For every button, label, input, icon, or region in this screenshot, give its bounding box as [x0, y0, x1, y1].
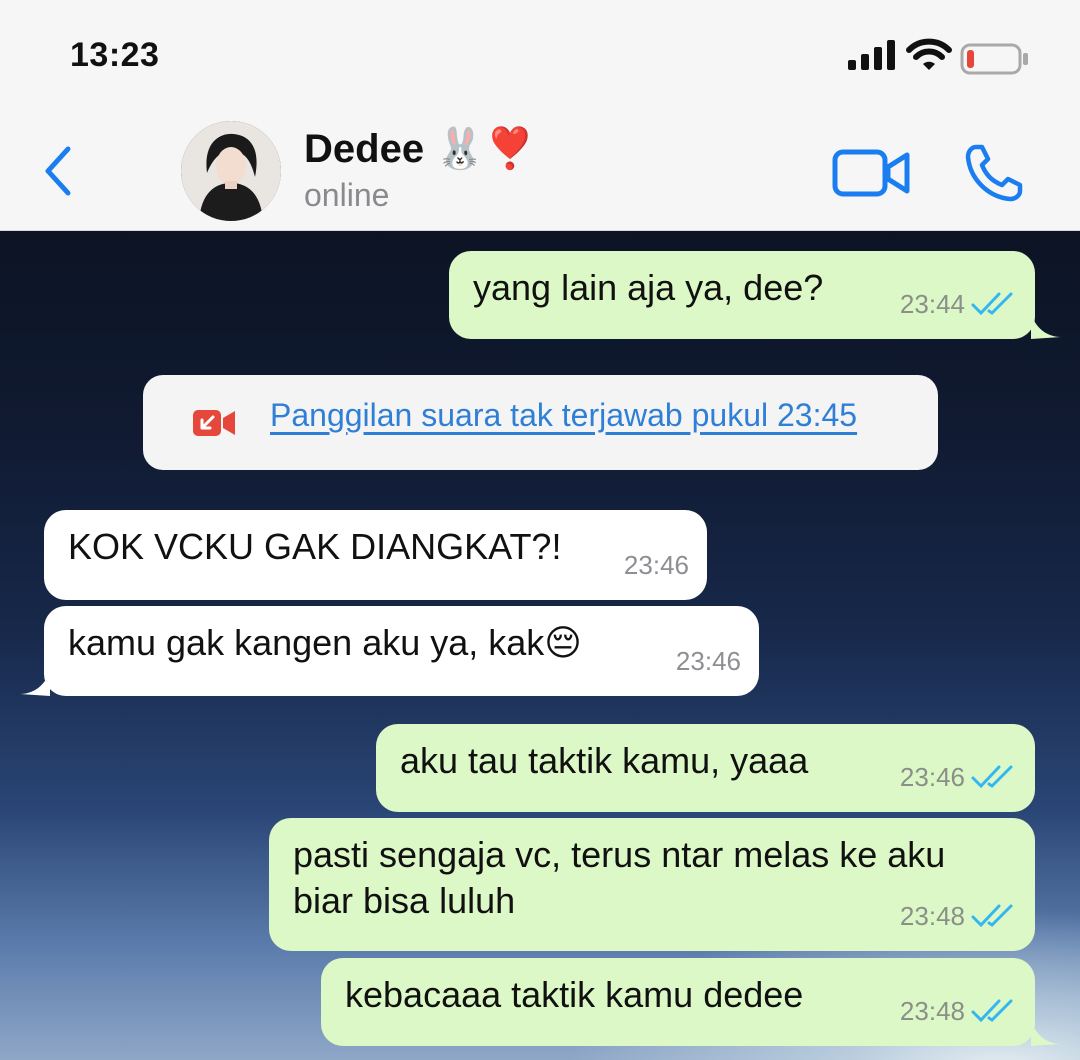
message-time: 23:44	[899, 289, 965, 319]
contact-status: online	[304, 177, 390, 213]
incoming-message[interactable]: KOK VCKU GAK DIANGKAT?! 23:46	[44, 510, 707, 600]
wifi-icon	[906, 38, 952, 70]
missed-video-call-icon	[193, 410, 235, 436]
message-time: 23:48	[899, 996, 965, 1026]
message-meta: 23:46	[900, 754, 1017, 800]
chat-header: Dedee 🐰❣️ online	[0, 105, 1080, 231]
bubble-tail	[20, 668, 50, 696]
message-text: kamu gak kangen aku ya, kak😔	[68, 622, 582, 663]
phone-icon[interactable]	[962, 141, 1026, 205]
incoming-message[interactable]: kamu gak kangen aku ya, kak😔 23:46	[20, 606, 759, 696]
read-receipt-icon	[971, 765, 1013, 789]
status-time: 13:23	[70, 36, 160, 74]
avatar-photo	[181, 121, 281, 221]
cellular-signal-icon	[848, 40, 895, 70]
message-meta: 23:48	[900, 893, 1017, 939]
battery-low-icon	[960, 43, 1028, 75]
message-meta: 23:44	[900, 281, 1017, 327]
message-time: 23:46	[623, 550, 689, 580]
contact-name[interactable]: Dedee 🐰❣️	[304, 125, 535, 172]
chat-area[interactable]: yang lain aja ya, dee? 23:44 Panggilan s…	[0, 231, 1080, 1060]
read-receipt-icon	[971, 292, 1013, 316]
missed-call-notice[interactable]: Panggilan suara tak terjawab pukul 23:45	[143, 375, 938, 470]
message-meta: 23:48	[900, 988, 1017, 1034]
bubble-tail	[1031, 311, 1061, 339]
outgoing-message[interactable]: pasti sengaja vc, terus ntar melas ke ak…	[269, 818, 1035, 951]
avatar[interactable]	[181, 121, 281, 221]
message-meta: 23:46	[676, 638, 741, 684]
message-text: KOK VCKU GAK DIANGKAT?!	[68, 526, 562, 567]
missed-call-link[interactable]: Panggilan suara tak terjawab pukul 23:45	[270, 397, 857, 434]
video-camera-icon[interactable]	[832, 147, 912, 199]
message-meta: 23:46	[624, 542, 689, 588]
outgoing-message[interactable]: kebacaaa taktik kamu dedee 23:48	[321, 958, 1061, 1046]
message-time: 23:48	[899, 901, 965, 931]
outgoing-message[interactable]: aku tau taktik kamu, yaaa 23:46	[376, 724, 1035, 812]
message-time: 23:46	[899, 762, 965, 792]
message-time: 23:46	[675, 646, 741, 676]
status-bar: 13:23	[0, 0, 1080, 105]
bubble-tail	[1031, 1018, 1061, 1046]
chevron-left-icon[interactable]	[40, 145, 76, 197]
read-receipt-icon	[971, 999, 1013, 1023]
outgoing-message[interactable]: yang lain aja ya, dee? 23:44	[449, 251, 1061, 339]
read-receipt-icon	[971, 904, 1013, 928]
